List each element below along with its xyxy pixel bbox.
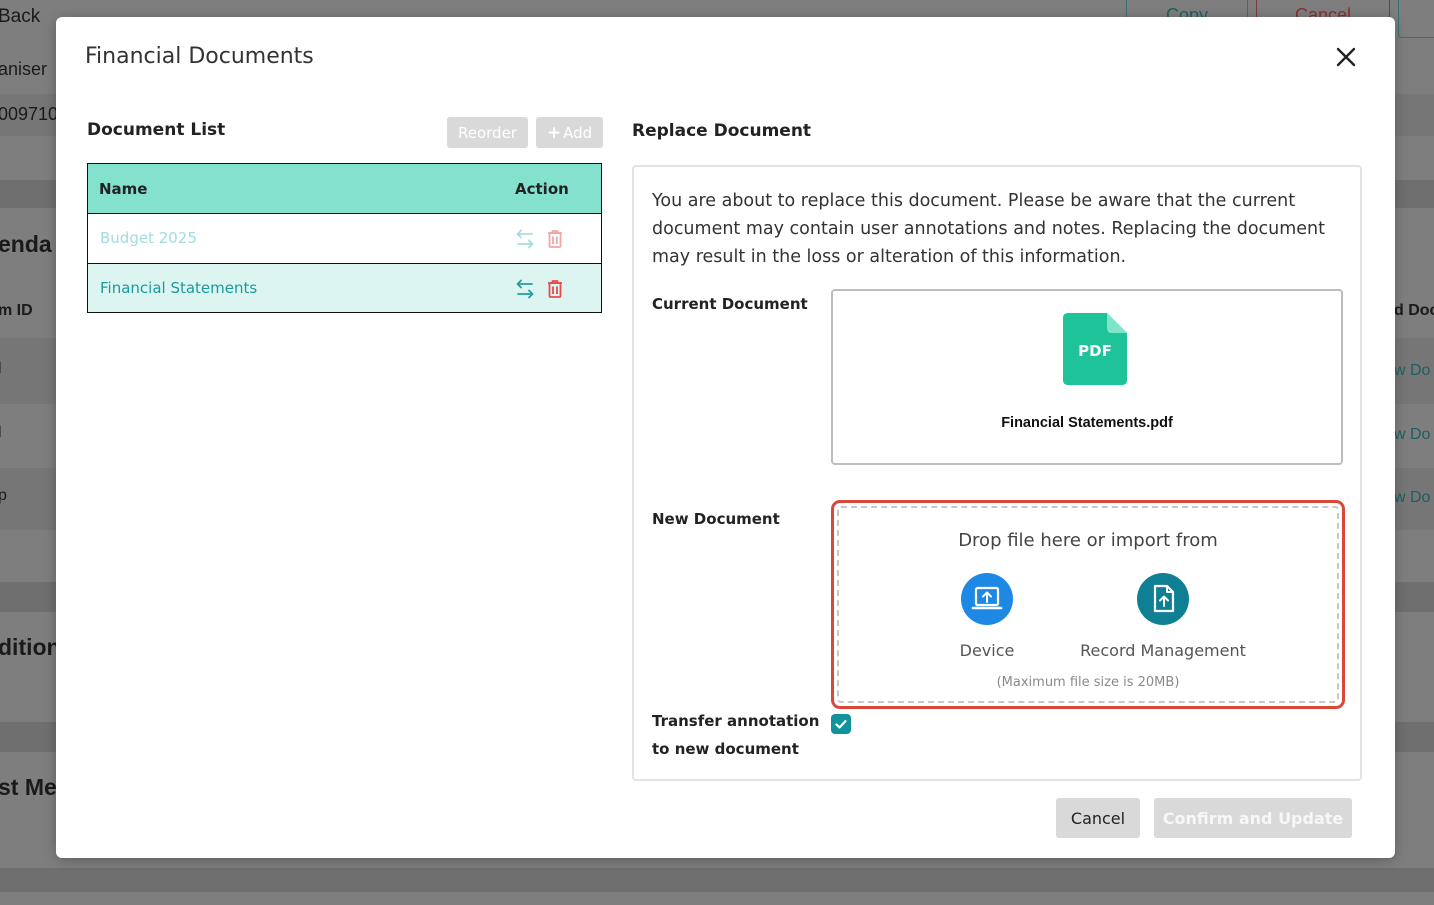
column-header-action: Action <box>515 180 569 198</box>
replace-document-title: Replace Document <box>632 121 812 141</box>
cancel-label: Cancel <box>1070 808 1126 828</box>
bg-number-label: 009710 <box>0 104 59 124</box>
reorder-button[interactable]: Reorder <box>447 117 528 148</box>
transfer-annotation-label: Transfer annotation to new document <box>652 707 819 763</box>
current-file-name: Financial Statements.pdf <box>1001 415 1173 431</box>
replace-icon[interactable] <box>514 278 536 300</box>
pdf-badge: PDF <box>1078 342 1112 360</box>
record-management-button[interactable] <box>1137 573 1189 625</box>
trash-icon[interactable] <box>544 278 566 300</box>
bg-additional-heading: dition <box>0 634 61 660</box>
column-header-name: Name <box>99 180 148 198</box>
replace-panel: You are about to replace this document. … <box>632 165 1362 781</box>
record-management-label: Record Management <box>1080 641 1246 660</box>
replace-icon[interactable] <box>514 228 536 250</box>
bg-agenda-heading: enda <box>0 231 52 257</box>
pdf-file-icon: PDF <box>1063 313 1127 385</box>
table-row-selected[interactable]: Financial Statements <box>88 263 601 312</box>
document-name: Budget 2025 <box>100 229 197 247</box>
max-file-size-note: (Maximum file size is 20MB) <box>996 675 1180 690</box>
bg-view-doc-link: w Do <box>1394 426 1431 443</box>
cancel-button[interactable]: Cancel <box>1056 798 1140 838</box>
bg-last-meeting-heading: st Me <box>0 774 57 800</box>
bg-row-marker: l <box>0 360 2 378</box>
trash-icon[interactable] <box>544 228 566 250</box>
device-label: Device <box>959 641 1015 660</box>
bg-view-doc-link: w Do <box>1394 489 1431 506</box>
bg-row-marker: l <box>0 424 2 442</box>
file-drop-zone[interactable]: Drop file here or import from Device Rec… <box>831 500 1345 709</box>
transfer-annotation-line2: to new document <box>652 740 799 758</box>
financial-documents-modal: Financial Documents Document List Reorde… <box>56 17 1395 858</box>
replace-warning-text: You are about to replace this document. … <box>652 191 1326 267</box>
bg-item-id-header: m ID <box>0 302 33 319</box>
bg-doc-column-header: d Doc <box>1394 302 1434 319</box>
confirm-and-update-button[interactable]: Confirm and Update <box>1154 798 1352 838</box>
add-button[interactable]: + Add <box>536 117 603 148</box>
laptop-upload-icon <box>971 586 1003 610</box>
close-icon[interactable] <box>1334 45 1358 69</box>
bg-row-marker: p <box>0 487 7 504</box>
device-upload-button[interactable] <box>961 573 1013 625</box>
table-header: Name Action <box>88 164 601 214</box>
add-label: Add <box>563 123 593 142</box>
bg-back-link: Back <box>0 6 41 27</box>
document-table: Name Action Budget 2025 Financial Statem… <box>87 163 602 313</box>
bg-view-doc-link: w Do <box>1394 362 1431 379</box>
document-list-title: Document List <box>87 120 226 140</box>
bg-section-band <box>0 868 1434 892</box>
bg-organiser-label: aniser <box>0 59 48 79</box>
transfer-annotation-checkbox[interactable] <box>831 714 851 734</box>
drop-zone-title: Drop file here or import from <box>958 530 1218 551</box>
table-row[interactable]: Budget 2025 <box>88 214 601 263</box>
document-name: Financial Statements <box>100 279 258 297</box>
transfer-annotation-line1: Transfer annotation <box>652 712 820 730</box>
current-document-box: PDF Financial Statements.pdf <box>831 289 1343 465</box>
bg-extra-button <box>1398 0 1434 38</box>
checkmark-icon <box>835 719 847 729</box>
file-upload-icon <box>1153 584 1175 613</box>
current-document-label: Current Document <box>652 295 808 313</box>
modal-title: Financial Documents <box>85 44 314 69</box>
new-document-label: New Document <box>652 510 780 528</box>
reorder-label: Reorder <box>458 123 517 142</box>
plus-icon: + <box>546 122 562 143</box>
confirm-label: Confirm and Update <box>1162 808 1344 828</box>
